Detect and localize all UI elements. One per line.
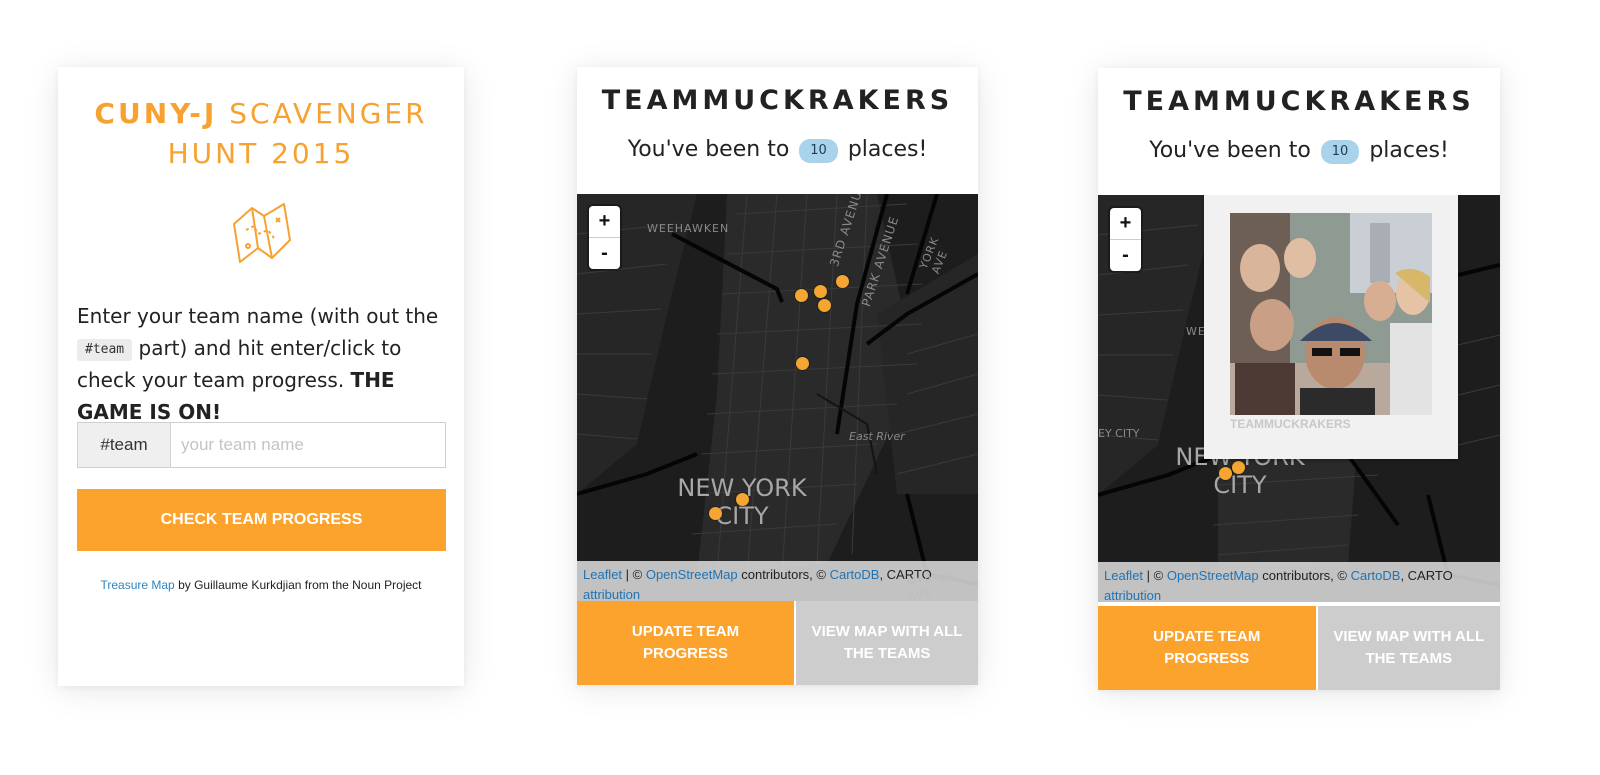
attrib-mid: contributors, © xyxy=(737,567,830,582)
zoom-in-button[interactable]: + xyxy=(589,206,620,237)
map-attribution: Leaflet | © OpenStreetMap contributors, … xyxy=(1098,562,1500,602)
places-count-line: You've been to 10 places! xyxy=(1098,138,1500,164)
city-line-2: CITY xyxy=(1213,471,1267,499)
intro-text: Enter your team name (with out the #team… xyxy=(77,300,457,428)
map-marker[interactable] xyxy=(795,289,808,302)
progress-actions: UPDATE TEAM PROGRESS VIEW MAP WITH ALL T… xyxy=(1098,606,1500,690)
zoom-out-button[interactable]: - xyxy=(589,237,620,269)
leaflet-link[interactable]: Leaflet xyxy=(1104,568,1143,583)
update-team-progress-button[interactable]: UPDATE TEAM PROGRESS xyxy=(1098,606,1316,690)
places-pre: You've been to xyxy=(1149,138,1318,163)
team-photo xyxy=(1230,213,1432,415)
map-marker[interactable] xyxy=(1219,467,1232,480)
team-input-group: #team xyxy=(77,422,446,468)
places-count-badge: 10 xyxy=(799,139,838,163)
marker-popup: TEAMMUCKRAKERS xyxy=(1204,195,1458,459)
places-count-line: You've been to 10 places! xyxy=(577,137,978,163)
title-bold: CUNY-J xyxy=(94,97,218,130)
map-marker[interactable] xyxy=(796,357,809,370)
map-label-weehawken: WEEHAWKEN xyxy=(647,222,730,235)
places-count-badge: 10 xyxy=(1320,140,1360,164)
credit-link[interactable]: Treasure Map xyxy=(100,578,174,592)
treasure-map-icon xyxy=(228,200,294,271)
team-name-heading: TEAMMUCKRAKERS xyxy=(601,85,954,116)
places-post: places! xyxy=(1362,138,1449,163)
view-all-teams-button[interactable]: VIEW MAP WITH ALL THE TEAMS xyxy=(794,601,978,685)
places-post: places! xyxy=(840,137,928,162)
zoom-in-button[interactable]: + xyxy=(1110,208,1141,239)
zoom-out-button[interactable]: - xyxy=(1110,239,1141,271)
icon-credit: Treasure Map by Guillaume Kurkdjian from… xyxy=(58,578,464,592)
map-marker[interactable] xyxy=(814,285,827,298)
map-marker[interactable] xyxy=(709,507,722,520)
attrib-sep: | © xyxy=(1143,568,1167,583)
zoom-control: + - xyxy=(589,206,620,269)
home-card: CUNY-J SCAVENGER HUNT 2015 Enter your te… xyxy=(58,67,464,686)
attribution-link[interactable]: attribution xyxy=(1104,588,1161,602)
places-pre: You've been to xyxy=(627,137,797,162)
team-map[interactable]: WEEHAWKEN 3RD AVENUE PARK AVENUE YORK AV… xyxy=(577,194,978,601)
map-marker[interactable] xyxy=(736,493,749,506)
view-all-teams-button[interactable]: VIEW MAP WITH ALL THE TEAMS xyxy=(1315,606,1500,690)
map-marker[interactable] xyxy=(1232,461,1245,474)
team-prefix-chip: #team xyxy=(77,339,133,361)
update-team-progress-button[interactable]: UPDATE TEAM PROGRESS xyxy=(577,601,795,685)
osm-link[interactable]: OpenStreetMap xyxy=(646,567,738,582)
check-team-progress-button[interactable]: CHECK TEAM PROGRESS xyxy=(77,489,446,551)
popup-caption: TEAMMUCKRAKERS xyxy=(1230,417,1351,431)
leaflet-link[interactable]: Leaflet xyxy=(583,567,622,582)
credit-text: by Guillaume Kurkdjian from the Noun Pro… xyxy=(174,578,422,592)
progress-card-popup: TEAMMUCKRAKERS You've been to 10 places!… xyxy=(1098,68,1500,690)
map-tiles xyxy=(577,194,978,601)
attrib-sep: | © xyxy=(622,567,646,582)
map-marker[interactable] xyxy=(818,299,831,312)
progress-actions: UPDATE TEAM PROGRESS VIEW MAP WITH ALL T… xyxy=(577,601,978,685)
team-name-input[interactable] xyxy=(171,423,445,467)
map-marker[interactable] xyxy=(836,275,849,288)
osm-link[interactable]: OpenStreetMap xyxy=(1167,568,1259,583)
cartodb-link[interactable]: CartoDB xyxy=(830,567,880,582)
map-label-east-river: East River xyxy=(849,430,905,443)
team-name-heading: TEAMMUCKRAKERS xyxy=(1123,86,1475,117)
city-line-2: CITY xyxy=(715,502,769,530)
intro-pre: Enter your team name (with out the xyxy=(77,304,439,328)
page-title: CUNY-J SCAVENGER HUNT 2015 xyxy=(58,94,464,174)
attrib-end: , CARTO xyxy=(1400,568,1453,583)
attrib-mid: contributors, © xyxy=(1258,568,1351,583)
team-input-addon: #team xyxy=(78,423,171,467)
team-map[interactable]: WEEH EY CITY NEW YORK CITY xyxy=(1098,195,1500,602)
attribution-link[interactable]: attribution xyxy=(583,587,640,601)
cartodb-link[interactable]: CartoDB xyxy=(1351,568,1401,583)
map-label-jersey-city: EY CITY xyxy=(1098,427,1140,440)
progress-card: TEAMMUCKRAKERS You've been to 10 places! xyxy=(577,67,978,685)
zoom-control: + - xyxy=(1110,208,1141,271)
